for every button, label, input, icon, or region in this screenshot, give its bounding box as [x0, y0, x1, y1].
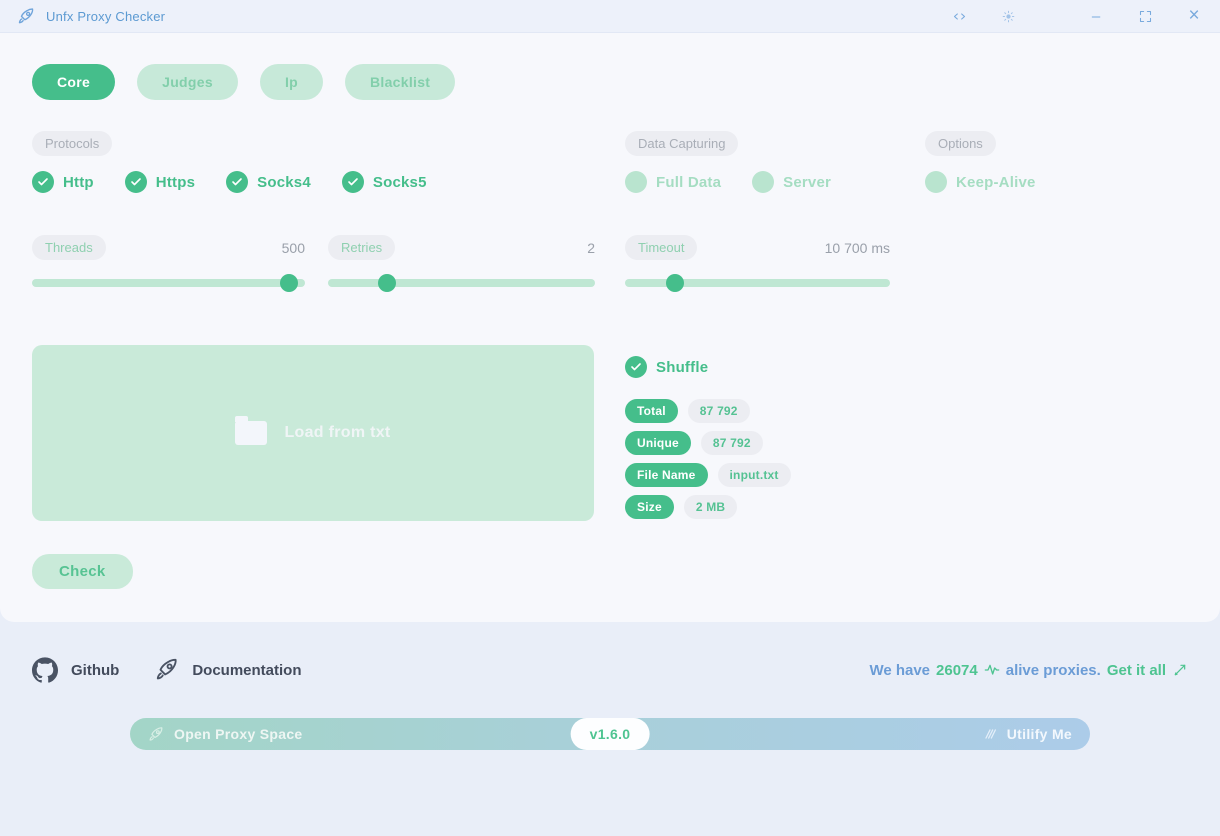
- alive-proxies-count: 26074: [936, 661, 978, 679]
- open-proxy-space-link[interactable]: Open Proxy Space: [130, 726, 303, 743]
- maximize-icon[interactable]: [1135, 6, 1155, 26]
- retries-slider-group: Retries 2: [328, 235, 595, 292]
- tab-bar: Core Judges Ip Blacklist: [32, 64, 1188, 100]
- checkbox-label: Full Data: [656, 173, 722, 191]
- stat-value-badge: input.txt: [717, 463, 791, 487]
- app-rocket-logo-icon: [16, 7, 35, 26]
- protocols-label: Protocols: [32, 131, 113, 156]
- checkbox-label: Http: [63, 173, 94, 191]
- stat-value-badge: 2 MB: [683, 495, 738, 519]
- stat-key-badge: Total: [625, 399, 678, 423]
- tab-blacklist[interactable]: Blacklist: [344, 64, 456, 100]
- retries-label: Retries: [328, 235, 396, 260]
- options-label: Options: [925, 131, 996, 156]
- data-capturing-section: Data Capturing Full Data Server: [625, 131, 925, 193]
- threads-slider-track[interactable]: [32, 274, 305, 292]
- open-proxy-space-label: Open Proxy Space: [174, 726, 303, 742]
- documentation-link[interactable]: Documentation: [153, 657, 302, 683]
- close-icon[interactable]: ×: [1184, 5, 1204, 26]
- threads-slider-group: Threads 500: [32, 235, 305, 292]
- checkbox-label: Shuffle: [656, 358, 709, 376]
- checkbox-http[interactable]: Http: [32, 171, 94, 193]
- stat-row-total: Total 87 792: [625, 399, 791, 423]
- threads-slider-thumb[interactable]: [279, 274, 298, 292]
- promo-bar: Open Proxy Space v1.6.0 Utilify Me: [130, 718, 1090, 750]
- hatch-lines-icon: [982, 726, 998, 742]
- app-title: Unfx Proxy Checker: [46, 8, 166, 24]
- checkbox-circle-icon: [752, 171, 775, 193]
- options-section: Options Keep-Alive: [925, 131, 1188, 193]
- utilify-me-label: Utilify Me: [1006, 726, 1072, 742]
- timeout-slider-track[interactable]: [625, 274, 890, 292]
- stat-key-badge: Size: [625, 495, 674, 519]
- checkbox-circle-icon: [625, 356, 647, 378]
- minimize-icon[interactable]: –: [1086, 6, 1106, 26]
- timeout-slider-thumb[interactable]: [666, 274, 685, 292]
- dropzone-label: Load from txt: [284, 424, 391, 441]
- checkbox-label: Socks4: [257, 173, 311, 191]
- pulse-icon: [984, 662, 1000, 678]
- retries-slider-thumb[interactable]: [377, 274, 396, 292]
- checkbox-circle-icon: [341, 171, 364, 193]
- footer: Github Documentation We have 26074 alive…: [0, 649, 1220, 691]
- checkbox-socks5[interactable]: Socks5: [341, 171, 427, 193]
- stat-row-unique: Unique 87 792: [625, 431, 791, 455]
- message-middle: alive proxies.: [1005, 661, 1101, 679]
- check-button[interactable]: Check: [32, 554, 133, 589]
- threads-value: 500: [281, 239, 305, 256]
- stat-key-badge: Unique: [625, 431, 691, 455]
- checkbox-full-data[interactable]: Full Data: [625, 171, 721, 193]
- load-from-txt-dropzone[interactable]: Load from txt: [32, 345, 594, 521]
- pen-arrow-icon: [1172, 662, 1188, 678]
- checkbox-socks4[interactable]: Socks4: [226, 171, 311, 193]
- timeout-value: 10 700 ms: [824, 239, 890, 256]
- stat-value-badge: 87 792: [687, 399, 750, 423]
- github-label: Github: [71, 661, 120, 679]
- titlebar: Unfx Proxy Checker – ×: [0, 0, 1220, 33]
- checkbox-label: Https: [155, 173, 196, 191]
- documentation-label: Documentation: [192, 661, 302, 679]
- checkbox-label: Server: [783, 173, 832, 191]
- utilify-me-link[interactable]: Utilify Me: [982, 726, 1090, 742]
- retries-value: 2: [587, 239, 595, 256]
- get-it-all-link[interactable]: Get it all: [1107, 662, 1188, 679]
- protocols-section: Protocols Http Https Socks4 Socks5: [32, 131, 594, 193]
- message-prefix: We have: [869, 661, 931, 679]
- rocket-icon: [153, 657, 179, 683]
- get-it-all-label: Get it all: [1106, 661, 1166, 679]
- checkbox-circle-icon: [925, 171, 947, 193]
- checkbox-circle-icon: [625, 171, 647, 193]
- checkbox-label: Keep-Alive: [956, 173, 1036, 191]
- github-icon: [32, 657, 58, 683]
- alive-proxies-message: We have 26074 alive proxies. Get it all: [869, 662, 1188, 679]
- github-link[interactable]: Github: [32, 657, 119, 683]
- stat-row-file-name: File Name input.txt: [625, 463, 791, 487]
- version-badge: v1.6.0: [570, 718, 650, 750]
- checkbox-server[interactable]: Server: [752, 171, 831, 193]
- folder-icon: [235, 416, 268, 445]
- checkbox-circle-icon: [32, 171, 54, 193]
- devtools-code-icon[interactable]: [949, 6, 969, 26]
- main-panel: Core Judges Ip Blacklist Protocols Http …: [0, 33, 1220, 622]
- tab-judges[interactable]: Judges: [137, 64, 238, 100]
- tab-core[interactable]: Core: [32, 64, 116, 100]
- checkbox-shuffle[interactable]: Shuffle: [625, 356, 791, 378]
- file-stats: Total 87 792 Unique 87 792 File Name inp…: [625, 399, 791, 519]
- stat-row-size: Size 2 MB: [625, 495, 791, 519]
- timeout-label: Timeout: [625, 235, 698, 260]
- retries-slider-track[interactable]: [328, 274, 595, 292]
- checkbox-keep-alive[interactable]: Keep-Alive: [925, 171, 1036, 193]
- checkbox-label: Socks5: [372, 173, 427, 191]
- theme-sun-icon[interactable]: [998, 6, 1018, 26]
- rocket-icon: [147, 726, 164, 743]
- timeout-slider-group: Timeout 10 700 ms: [625, 235, 890, 292]
- stat-key-badge: File Name: [625, 463, 708, 487]
- tab-ip[interactable]: Ip: [259, 64, 323, 100]
- checkbox-https[interactable]: Https: [124, 171, 196, 193]
- stat-value-badge: 87 792: [700, 431, 763, 455]
- checkbox-circle-icon: [226, 171, 249, 193]
- checkbox-circle-icon: [124, 171, 147, 193]
- data-capturing-label: Data Capturing: [625, 131, 739, 156]
- threads-label: Threads: [32, 235, 106, 260]
